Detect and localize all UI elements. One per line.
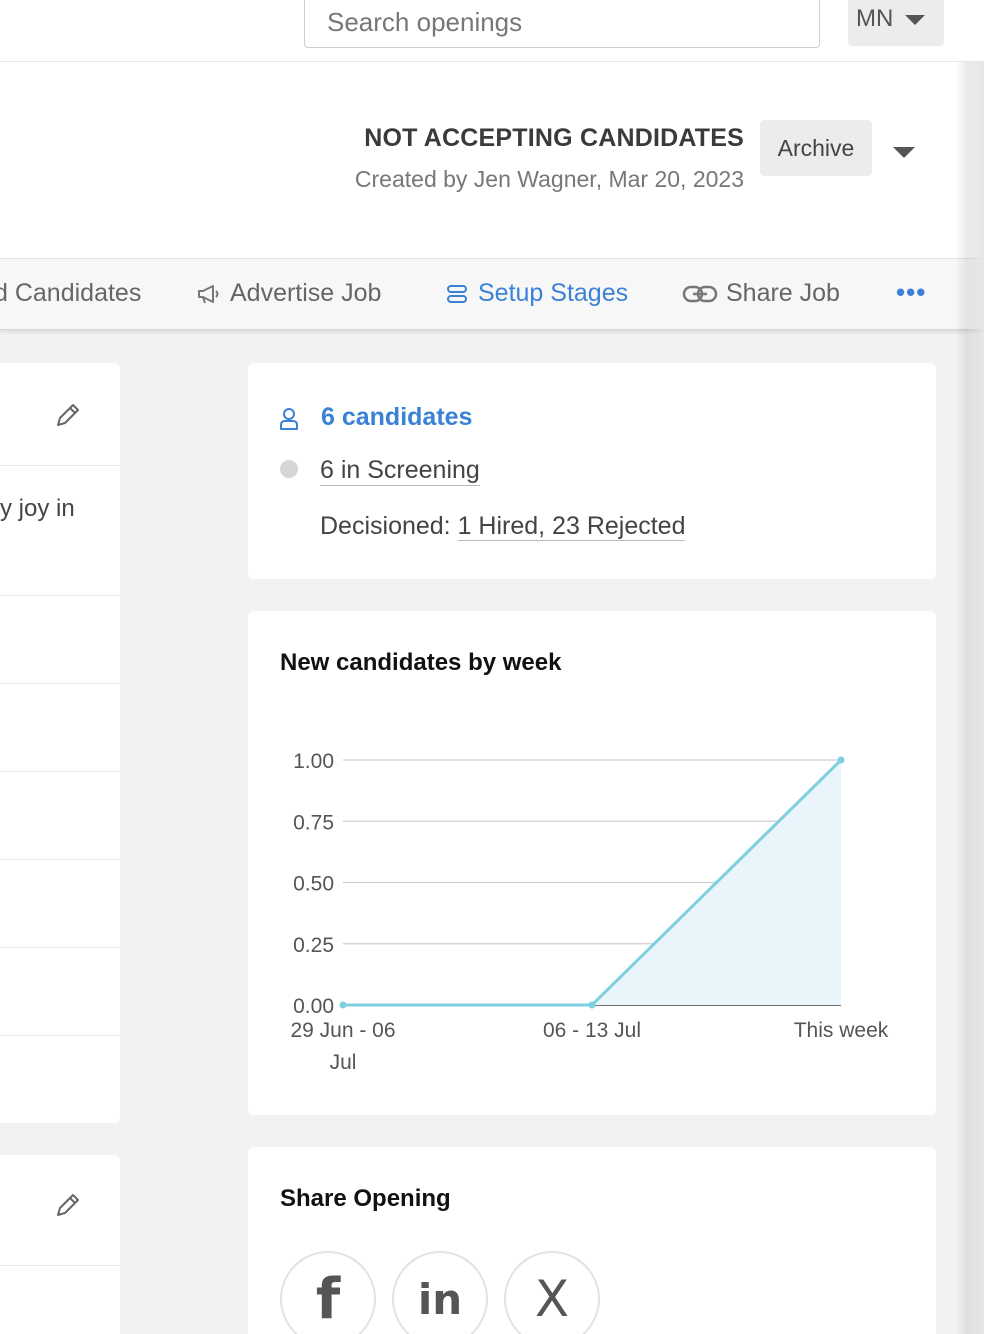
archive-dropdown-chevron-icon[interactable] [893,147,915,158]
data-point [837,756,845,764]
candidates-summary-card: 6 candidates 6 in Screening Decisioned: … [248,363,936,579]
candidates-chart: 0.00 0.25 0.50 0.75 1.00 29 Jun - 06 Jul 06 - 1… [290,750,889,1074]
divider [0,595,120,596]
x-tick-label: This week [794,1019,889,1042]
chevron-down-icon [905,14,926,25]
share-facebook-button[interactable]: f [280,1251,376,1334]
share-opening-card: Share Opening f in X [248,1147,936,1334]
data-point [339,1001,347,1009]
share-title: Share Opening [280,1185,451,1212]
divider [0,1035,120,1036]
facebook-icon: f [315,1266,341,1332]
y-tick-label: 0.00 [293,995,334,1018]
job-tabs: d Candidates Advertise Job Setup Stages … [0,258,984,330]
divider [0,1265,120,1266]
more-options-button[interactable]: ••• [896,277,926,308]
side-panel-shadow [955,62,984,1334]
job-status: NOT ACCEPTING CANDIDATES [364,124,744,152]
divider [0,771,120,772]
megaphone-icon [198,284,219,303]
y-tick-label: 0.50 [293,873,334,896]
new-candidates-chart-card: New candidates by week 0.00 0.25 0.50 0.75 1… [248,611,936,1115]
decisioned-link[interactable]: 1 Hired, 23 Rejected [457,512,686,541]
secondary-details-card [0,1155,120,1334]
created-by-text: Created by Jen Wagner, Mar 20, 2023 [354,166,744,192]
data-point [588,1001,596,1009]
x-tick-label: 29 Jun - 06 Jul [290,1019,395,1074]
tab-label: d Candidates [0,279,142,307]
y-tick-label: 0.25 [293,934,334,957]
linkedin-icon: in [417,1274,463,1324]
pencil-icon[interactable] [54,1191,82,1219]
x-icon: X [534,1270,570,1328]
share-linkedin-button[interactable]: in [392,1251,488,1334]
status-dot [280,460,298,478]
y-tick-label: 0.75 [293,811,334,834]
divider [0,683,120,684]
archive-button[interactable]: Archive [760,120,872,176]
tab-label: Setup Stages [478,279,629,307]
decisioned-prefix: Decisioned: [320,512,458,540]
job-header: NOT ACCEPTING CANDIDATES Created by Jen … [0,62,984,258]
y-tick-label: 1.00 [293,750,334,773]
candidates-count-link[interactable]: 6 candidates [321,403,472,432]
stages-icon [447,284,467,303]
tab-label: Advertise Job [230,279,382,307]
tab-advertise-job[interactable]: Advertise Job [196,279,381,308]
decisioned-text: Decisioned: 1 Hired, 23 Rejected [320,511,686,541]
description-fragment: y joy in [0,495,75,522]
top-bar: MN [0,0,984,62]
job-details-card: y joy in [0,363,120,1123]
tab-share-job[interactable]: Share Job [682,279,840,308]
tab-add-candidates[interactable]: d Candidates [0,279,141,308]
x-tick-label: 06 - 13 Jul [543,1019,641,1042]
divider [0,859,120,860]
screening-link[interactable]: 6 in Screening [320,455,480,486]
link-icon [682,285,718,302]
search-input[interactable] [304,0,820,48]
pencil-icon[interactable] [54,401,82,429]
tab-setup-stages[interactable]: Setup Stages [446,279,628,308]
user-initials: MN [856,5,894,32]
user-menu-button[interactable]: MN [848,0,944,46]
person-icon [280,408,298,430]
divider [0,465,120,466]
share-x-button[interactable]: X [504,1251,600,1334]
tab-label: Share Job [726,279,840,307]
divider [0,947,120,948]
